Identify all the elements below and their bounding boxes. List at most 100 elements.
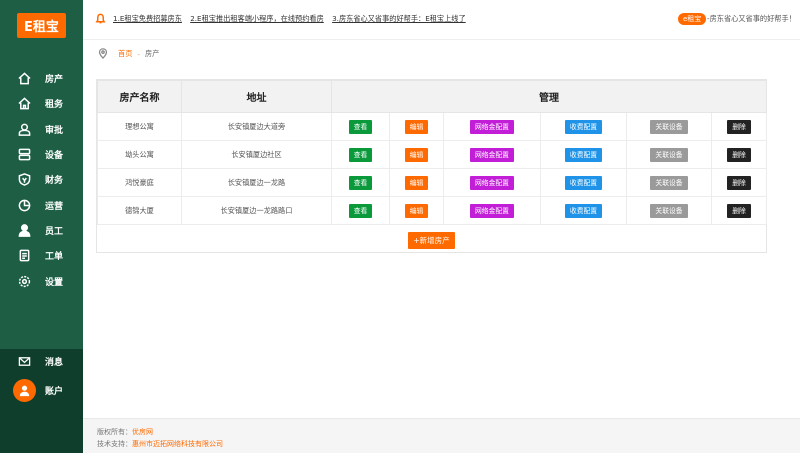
- table-row: 鸿悦豪庭 长安镇厦边一龙路 查看 编辑 网络金配置 收费配置 关联设备 删除: [97, 168, 767, 197]
- table-header-row: 房产名称 地址 管理: [97, 80, 767, 113]
- table-row: 德锦大厦 长安镇厦边一龙路路口 查看 编辑 网络金配置 收费配置 关联设备 删除: [97, 196, 767, 225]
- sidebar-item-label: 设备: [45, 151, 64, 162]
- payment-config-button[interactable]: 网络金配置: [470, 119, 514, 134]
- sidebar-item-label: 审批: [45, 125, 64, 136]
- link-device-button[interactable]: 关联设备: [650, 175, 688, 190]
- property-name: 理想公寓: [97, 112, 182, 141]
- device-icon: [18, 148, 31, 161]
- sidebar-item-label: 员工: [45, 226, 64, 237]
- sidebar-item-rent[interactable]: 租务: [0, 91, 83, 116]
- account-label: 账户: [45, 386, 64, 397]
- notice-link[interactable]: 2.E租宝推出租客端小程序，在线预约看房: [190, 14, 324, 23]
- sidebar-item-label: 财务: [45, 176, 64, 187]
- property-name: 鸿悦豪庭: [97, 168, 182, 197]
- notice-bar: 1.E租宝免费招募房东 2.E租宝推出租客端小程序，在线预约看房 3.房东省心又…: [83, 0, 800, 40]
- view-button[interactable]: 查看: [348, 175, 373, 190]
- delete-button[interactable]: 删除: [727, 147, 751, 162]
- property-address: 长安镇厦边一龙路路口: [181, 196, 332, 225]
- sidebar-item-device[interactable]: 设备: [0, 142, 83, 167]
- breadcrumb-current: 房产: [144, 49, 160, 58]
- bell-icon: [95, 13, 106, 24]
- sidebar-item-messages[interactable]: 消息: [0, 349, 83, 374]
- edit-button[interactable]: 编辑: [404, 175, 429, 190]
- pie-chart-icon: [18, 199, 31, 212]
- sidebar-item-approval[interactable]: 审批: [0, 117, 83, 142]
- support-label: 技术支持：: [97, 440, 132, 448]
- property-name: 德锦大厦: [97, 196, 182, 225]
- sidebar-item-account[interactable]: 账户: [0, 374, 83, 406]
- payment-config-button[interactable]: 网络金配置: [470, 147, 514, 162]
- copyright-line: 版权所有：优房网: [97, 427, 153, 437]
- column-header-address: 地址: [181, 80, 332, 113]
- support-value[interactable]: 惠州市迈拓网络科技有限公司: [132, 440, 223, 448]
- delete-button[interactable]: 删除: [727, 203, 751, 218]
- logo[interactable]: E租宝: [17, 12, 66, 38]
- sidebar-item-label: 租务: [45, 100, 64, 111]
- sidebar-bottom: 消息 账户: [0, 349, 83, 453]
- view-button[interactable]: 查看: [348, 147, 373, 162]
- notice-link[interactable]: 1.E租宝免费招募房东: [113, 14, 182, 23]
- sidebar-item-staff[interactable]: 员工: [0, 218, 83, 243]
- user-check-icon: [18, 123, 31, 136]
- logo-area: E租宝: [0, 0, 83, 50]
- sidebar: E租宝 房产 租务 审批 设备 财务 运营 员工 工单 设置 消息 账户: [0, 0, 83, 453]
- payment-config-button[interactable]: 网络金配置: [470, 203, 514, 218]
- shield-icon: [18, 173, 31, 187]
- column-header-manage: 管理: [331, 80, 767, 113]
- sidebar-item-property[interactable]: 房产: [0, 66, 83, 91]
- property-table: 房产名称 地址 管理 理想公寓 长安镇厦边大道旁 查看 编辑 网络金配置 收费配…: [97, 80, 767, 225]
- sidebar-item-label: 工单: [45, 252, 64, 263]
- support-line: 技术支持：惠州市迈拓网络科技有限公司: [97, 439, 223, 449]
- view-button[interactable]: 查看: [348, 119, 373, 134]
- property-address: 长安镇厦边社区: [181, 140, 332, 169]
- edit-button[interactable]: 编辑: [404, 203, 429, 218]
- delete-button[interactable]: 删除: [727, 119, 751, 134]
- sidebar-item-settings[interactable]: 设置: [0, 268, 83, 293]
- link-device-button[interactable]: 关联设备: [650, 119, 688, 134]
- fee-config-button[interactable]: 收费配置: [564, 203, 603, 218]
- notice-link[interactable]: 3.房东省心又省事的好帮手：E租宝上线了: [332, 14, 466, 23]
- breadcrumb: 首页 - 房产: [98, 47, 159, 61]
- sidebar-item-finance[interactable]: 财务: [0, 167, 83, 192]
- payment-config-button[interactable]: 网络金配置: [470, 175, 514, 190]
- location-pin-icon: [98, 47, 108, 61]
- link-device-button[interactable]: 关联设备: [650, 203, 688, 218]
- breadcrumb-home[interactable]: 首页: [118, 49, 132, 59]
- add-row: +新增房产: [97, 225, 766, 255]
- notice-list: 1.E租宝免费招募房东 2.E租宝推出租客端小程序，在线预约看房 3.房东省心又…: [113, 14, 472, 24]
- fee-config-button[interactable]: 收费配置: [564, 175, 603, 190]
- copyright-label: 版权所有：: [97, 428, 132, 436]
- link-device-button[interactable]: 关联设备: [650, 147, 688, 162]
- property-address: 长安镇厦边一龙路: [181, 168, 332, 197]
- table-row: 理想公寓 长安镇厦边大道旁 查看 编辑 网络金配置 收费配置 关联设备 删除: [97, 112, 767, 141]
- copyright-value[interactable]: 优房网: [132, 428, 153, 436]
- sidebar-item-label: 设置: [45, 277, 64, 288]
- sidebar-item-operation[interactable]: 运营: [0, 192, 83, 217]
- edit-button[interactable]: 编辑: [404, 147, 429, 162]
- brand-tag: e租宝: [678, 13, 707, 25]
- fee-config-button[interactable]: 收费配置: [564, 147, 603, 162]
- edit-button[interactable]: 编辑: [404, 119, 429, 134]
- gear-icon: [18, 275, 31, 288]
- property-name: 坳头公寓: [97, 140, 182, 169]
- add-property-button[interactable]: +新增房产: [408, 231, 455, 249]
- user-avatar-icon: [19, 385, 30, 396]
- delete-button[interactable]: 删除: [727, 175, 751, 190]
- home-icon: [18, 72, 31, 85]
- property-table-panel: 房产名称 地址 管理 理想公寓 长安镇厦边大道旁 查看 编辑 网络金配置 收费配…: [96, 79, 767, 253]
- avatar[interactable]: [13, 378, 36, 402]
- table-row: 坳头公寓 长安镇厦边社区 查看 编辑 网络金配置 收费配置 关联设备 删除: [97, 140, 767, 169]
- fee-config-button[interactable]: 收费配置: [564, 119, 603, 134]
- sidebar-item-workorder[interactable]: 工单: [0, 243, 83, 268]
- sidebar-nav: 房产 租务 审批 设备 财务 运营 员工 工单 设置: [0, 66, 83, 294]
- footer: 版权所有：优房网 技术支持：惠州市迈拓网络科技有限公司: [83, 418, 800, 453]
- breadcrumb-separator: -: [137, 49, 140, 59]
- view-button[interactable]: 查看: [348, 203, 373, 218]
- property-address: 长安镇厦边大道旁: [181, 112, 332, 141]
- brand-slogan: -房东省心又省事的好帮手！: [707, 14, 796, 23]
- sidebar-item-label: 运营: [45, 201, 64, 212]
- mail-icon: [18, 355, 31, 368]
- person-icon: [18, 224, 31, 237]
- column-header-name: 房产名称: [97, 80, 182, 113]
- house-icon: [18, 97, 31, 110]
